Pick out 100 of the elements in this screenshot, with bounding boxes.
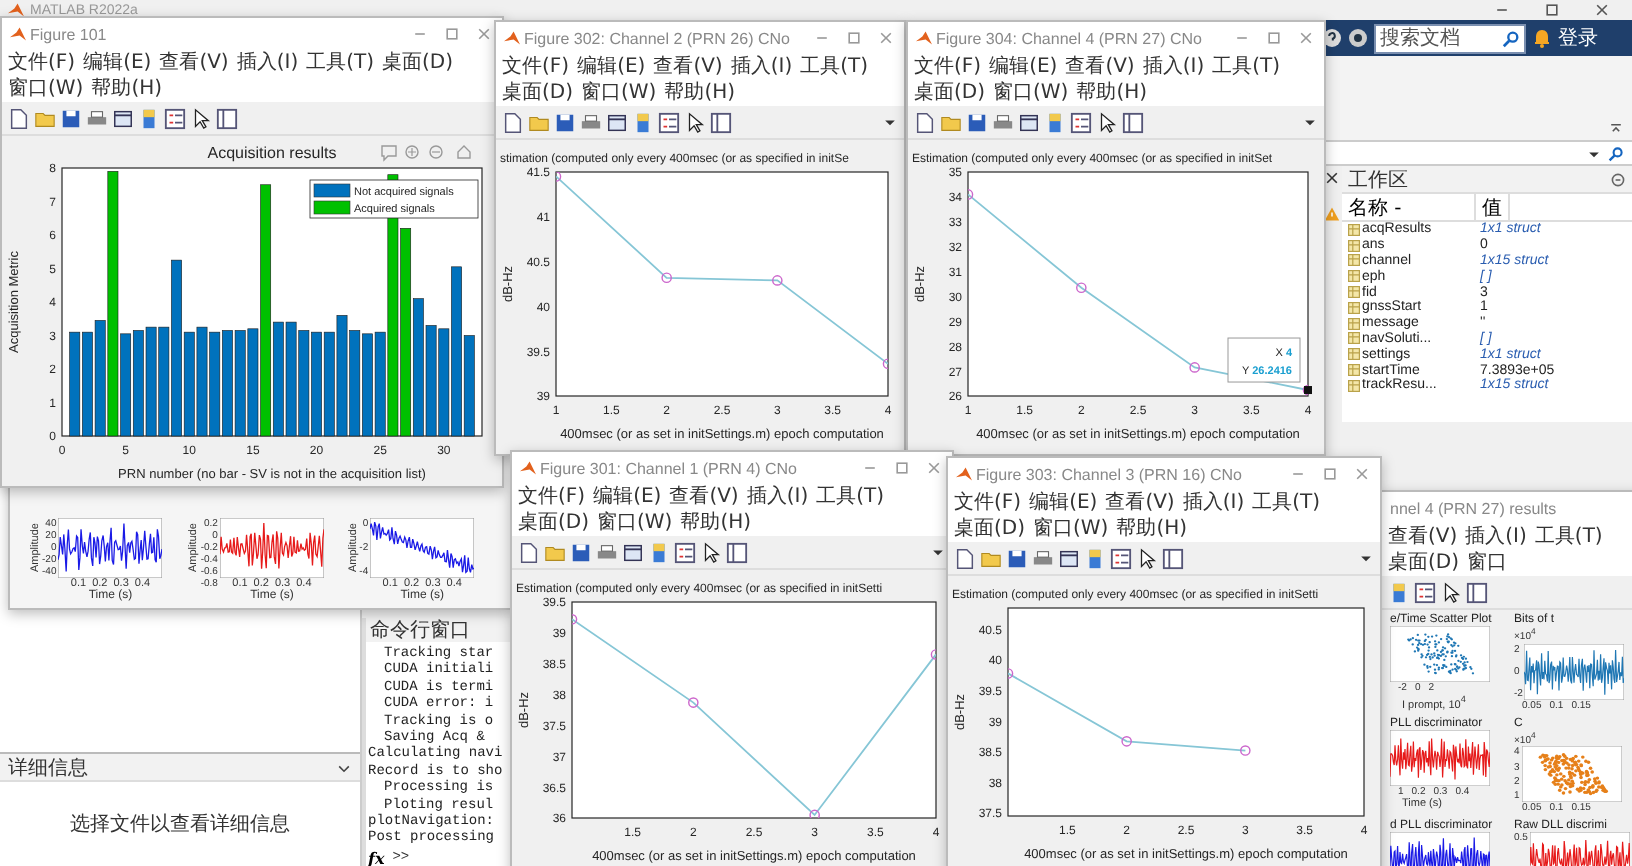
menu-item[interactable]: 工具(T)	[1212, 54, 1281, 80]
menu-item[interactable]: 插入(I)	[236, 50, 299, 76]
menu-item[interactable]: 编辑(E)	[989, 54, 1058, 80]
menu-item[interactable]: 桌面(D)	[954, 516, 1026, 542]
menu-item[interactable]: 桌面(D)	[502, 80, 574, 106]
menu-item[interactable]: 帮助(H)	[1116, 516, 1188, 542]
menu-item[interactable]: 查看(V)	[669, 484, 739, 510]
menu-item[interactable]: 文件(F)	[954, 490, 1022, 516]
menu-item[interactable]: 工具(T)	[800, 54, 869, 80]
colorbar-icon[interactable]	[1044, 111, 1066, 133]
column-header[interactable]: 名称 -	[1342, 194, 1476, 220]
window-icon[interactable]	[622, 541, 644, 563]
cursor-icon[interactable]	[684, 111, 706, 133]
new-file-icon[interactable]	[954, 547, 976, 569]
overflow-icon[interactable]	[1302, 114, 1318, 130]
menu-item[interactable]: 编辑(E)	[593, 484, 662, 510]
menu-item[interactable]: 窗口(W)	[8, 76, 84, 102]
colorbar-icon[interactable]	[1084, 547, 1106, 569]
new-file-icon[interactable]	[914, 111, 936, 133]
cursor-icon[interactable]	[190, 107, 212, 129]
menu-item[interactable]: 文件(F)	[502, 54, 570, 80]
colorbar-icon[interactable]	[648, 541, 670, 563]
menu-item[interactable]: 文件(F)	[914, 54, 982, 80]
colorbar-icon[interactable]	[138, 107, 160, 129]
menu-item[interactable]: 工具(T)	[306, 50, 375, 76]
menu-item[interactable]: 查看(V)	[1105, 490, 1175, 516]
legend-icon[interactable]	[674, 541, 696, 563]
overflow-icon[interactable]	[930, 544, 946, 560]
menu-item[interactable]: 插入(I)	[1465, 524, 1527, 550]
printer-icon[interactable]	[992, 111, 1014, 133]
menu-item[interactable]: 插入(I)	[730, 54, 793, 80]
cursor-icon[interactable]	[1440, 581, 1462, 603]
printer-icon[interactable]	[86, 107, 108, 129]
menu-item[interactable]: 工具(T)	[1252, 490, 1321, 516]
menu-item[interactable]: 编辑(E)	[1029, 490, 1098, 516]
overflow-icon[interactable]	[1358, 550, 1374, 566]
menu-item[interactable]: 桌面(D)	[1388, 550, 1460, 576]
legend-icon[interactable]	[658, 111, 680, 133]
search-field[interactable]: 搜索文档	[1374, 23, 1526, 53]
close-icon[interactable]	[1324, 170, 1340, 186]
printer-icon[interactable]	[1032, 547, 1054, 569]
menu-item[interactable]: 插入(I)	[1182, 490, 1245, 516]
cursor-icon[interactable]	[1136, 547, 1158, 569]
printer-icon[interactable]	[580, 111, 602, 133]
options-icon[interactable]	[1610, 171, 1626, 187]
new-file-icon[interactable]	[518, 541, 540, 563]
overflow-icon[interactable]	[882, 114, 898, 130]
printer-icon[interactable]	[596, 541, 618, 563]
menu-item[interactable]: 查看(V)	[1388, 524, 1458, 550]
window-icon[interactable]	[112, 107, 134, 129]
menu-item[interactable]: 桌面(D)	[518, 510, 590, 536]
menu-item[interactable]: 编辑(E)	[577, 54, 646, 80]
menu-item[interactable]: 工具(T)	[816, 484, 885, 510]
menu-item[interactable]: 帮助(H)	[680, 510, 752, 536]
menu-item[interactable]: 桌面(D)	[914, 80, 986, 106]
menu-item[interactable]: 帮助(H)	[91, 76, 163, 102]
new-file-icon[interactable]	[8, 107, 30, 129]
legend-icon[interactable]	[1110, 547, 1132, 569]
menu-item[interactable]: 插入(I)	[746, 484, 809, 510]
panel-icon[interactable]	[1122, 111, 1144, 133]
menu-item[interactable]: 窗口	[1467, 550, 1508, 576]
menu-item[interactable]: 窗口(W)	[581, 80, 657, 106]
menu-item[interactable]: 文件(F)	[8, 50, 76, 76]
panel-icon[interactable]	[216, 107, 238, 129]
colorbar-icon[interactable]	[1388, 581, 1410, 603]
menu-item[interactable]: 查看(V)	[159, 50, 229, 76]
colorbar-icon[interactable]	[632, 111, 654, 133]
menu-item[interactable]: 窗口(W)	[1033, 516, 1109, 542]
menu-item[interactable]: 文件(F)	[518, 484, 586, 510]
menu-item[interactable]: 编辑(E)	[83, 50, 152, 76]
menu-item[interactable]: 查看(V)	[653, 54, 723, 80]
panel-icon[interactable]	[1162, 547, 1184, 569]
search-icon[interactable]	[1608, 145, 1624, 161]
panel-icon[interactable]	[710, 111, 732, 133]
menu-item[interactable]: 查看(V)	[1065, 54, 1135, 80]
legend-icon[interactable]	[1414, 581, 1436, 603]
menu-item[interactable]: 插入(I)	[1142, 54, 1205, 80]
bell-icon[interactable]	[1532, 28, 1552, 48]
legend-icon[interactable]	[1070, 111, 1092, 133]
menu-item[interactable]: 窗口(W)	[993, 80, 1069, 106]
community-icon[interactable]	[1348, 28, 1368, 48]
window-icon[interactable]	[1018, 111, 1040, 133]
collapse-icon[interactable]	[1608, 120, 1624, 136]
menu-item[interactable]: 工具(T)	[1534, 524, 1603, 550]
panel-icon[interactable]	[1466, 581, 1488, 603]
menu-item[interactable]: 帮助(H)	[664, 80, 736, 106]
window-title: Figure 303: Channel 3 (PRN 16) CNo	[976, 465, 1242, 483]
legend-icon[interactable]	[164, 107, 186, 129]
login-link[interactable]: 登录	[1558, 24, 1598, 52]
new-file-icon[interactable]	[502, 111, 524, 133]
panel-icon[interactable]	[726, 541, 748, 563]
column-header[interactable]: 值	[1476, 194, 1510, 220]
cursor-icon[interactable]	[1096, 111, 1118, 133]
menu-item[interactable]: 帮助(H)	[1076, 80, 1148, 106]
cursor-icon[interactable]	[700, 541, 722, 563]
window-icon[interactable]	[1058, 547, 1080, 569]
window-icon[interactable]	[606, 111, 628, 133]
menu-item[interactable]: 窗口(W)	[597, 510, 673, 536]
maximize-icon	[894, 460, 910, 476]
menu-item[interactable]: 桌面(D)	[382, 50, 454, 76]
